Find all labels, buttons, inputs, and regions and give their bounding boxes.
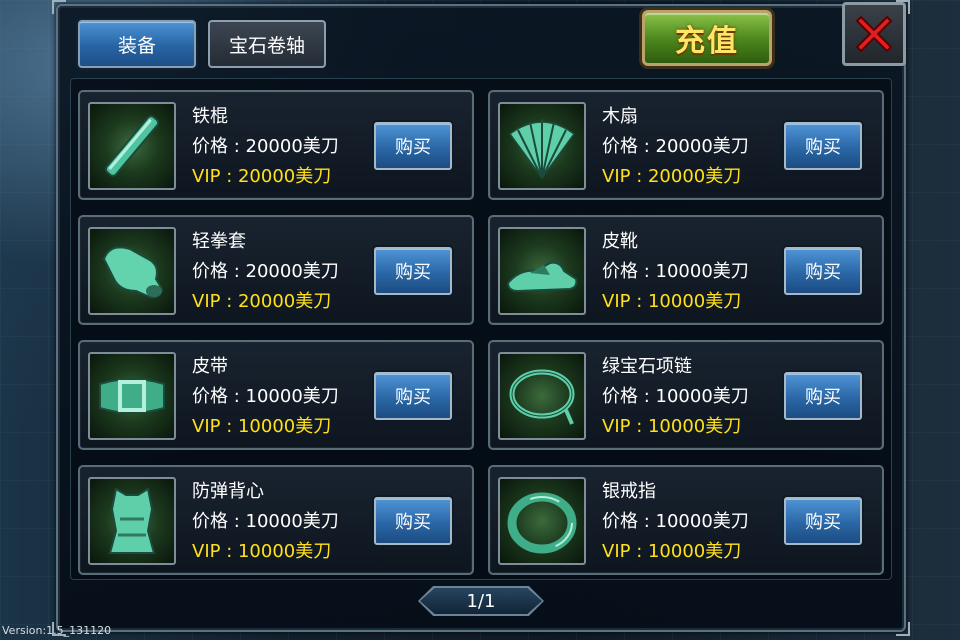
- item-name: 防弹背心: [192, 481, 264, 502]
- item-name: 木扇: [602, 106, 638, 127]
- item-price: 价格 : 10000美刀: [602, 261, 749, 282]
- necklace-icon: [498, 352, 586, 440]
- buy-button[interactable]: 购买: [374, 247, 452, 295]
- item-price: 价格 : 20000美刀: [602, 136, 749, 157]
- shop-item-card: 防弹背心 价格 : 10000美刀 VIP : 10000美刀 购买: [78, 465, 474, 575]
- item-vip-price: VIP : 20000美刀: [192, 166, 332, 187]
- tab-equipment[interactable]: 装备: [78, 20, 196, 68]
- item-vip-price: VIP : 10000美刀: [602, 541, 742, 562]
- item-name: 皮靴: [602, 231, 638, 252]
- item-price: 价格 : 10000美刀: [192, 511, 339, 532]
- close-button[interactable]: [842, 2, 906, 66]
- item-vip-price: VIP : 10000美刀: [192, 541, 332, 562]
- item-vip-price: VIP : 20000美刀: [602, 166, 742, 187]
- item-price: 价格 : 20000美刀: [192, 136, 339, 157]
- buy-button[interactable]: 购买: [784, 122, 862, 170]
- item-price: 价格 : 10000美刀: [192, 386, 339, 407]
- item-price: 价格 : 10000美刀: [602, 386, 749, 407]
- ring-icon: [498, 477, 586, 565]
- item-name: 银戒指: [602, 481, 656, 502]
- buy-button[interactable]: 购买: [784, 372, 862, 420]
- glove-icon: [88, 227, 176, 315]
- shop-item-card: 铁棍 价格 : 20000美刀 VIP : 20000美刀 购买: [78, 90, 474, 200]
- buy-button[interactable]: 购买: [374, 372, 452, 420]
- frame-corner: [52, 0, 66, 14]
- wooden-fan-icon: [498, 102, 586, 190]
- vest-icon: [88, 477, 176, 565]
- item-vip-price: VIP : 20000美刀: [192, 291, 332, 312]
- close-icon: [855, 15, 893, 53]
- version-label: Version:1.5_131120: [2, 624, 112, 637]
- shop-item-card: 轻拳套 价格 : 20000美刀 VIP : 20000美刀 购买: [78, 215, 474, 325]
- page-indicator: 1/1: [418, 586, 544, 616]
- item-vip-price: VIP : 10000美刀: [602, 291, 742, 312]
- buy-button[interactable]: 购买: [784, 247, 862, 295]
- item-vip-price: VIP : 10000美刀: [602, 416, 742, 437]
- buy-button[interactable]: 购买: [784, 497, 862, 545]
- shop-item-card: 皮带 价格 : 10000美刀 VIP : 10000美刀 购买: [78, 340, 474, 450]
- item-vip-price: VIP : 10000美刀: [192, 416, 332, 437]
- item-name: 皮带: [192, 356, 228, 377]
- item-price: 价格 : 10000美刀: [602, 511, 749, 532]
- shop-item-card: 绿宝石项链 价格 : 10000美刀 VIP : 10000美刀 购买: [488, 340, 884, 450]
- frame-corner: [896, 622, 910, 636]
- item-name: 铁棍: [192, 106, 228, 127]
- boot-icon: [498, 227, 586, 315]
- iron-rod-icon: [88, 102, 176, 190]
- recharge-button[interactable]: 充值: [642, 10, 772, 66]
- page-number: 1/1: [420, 588, 542, 614]
- buy-button[interactable]: 购买: [374, 122, 452, 170]
- tab-gem-scroll[interactable]: 宝石卷轴: [208, 20, 326, 68]
- shop-item-card: 木扇 价格 : 20000美刀 VIP : 20000美刀 购买: [488, 90, 884, 200]
- item-name: 绿宝石项链: [602, 356, 692, 377]
- shop-item-card: 皮靴 价格 : 10000美刀 VIP : 10000美刀 购买: [488, 215, 884, 325]
- shop-item-card: 银戒指 价格 : 10000美刀 VIP : 10000美刀 购买: [488, 465, 884, 575]
- belt-icon: [88, 352, 176, 440]
- buy-button[interactable]: 购买: [374, 497, 452, 545]
- item-price: 价格 : 20000美刀: [192, 261, 339, 282]
- item-name: 轻拳套: [192, 231, 246, 252]
